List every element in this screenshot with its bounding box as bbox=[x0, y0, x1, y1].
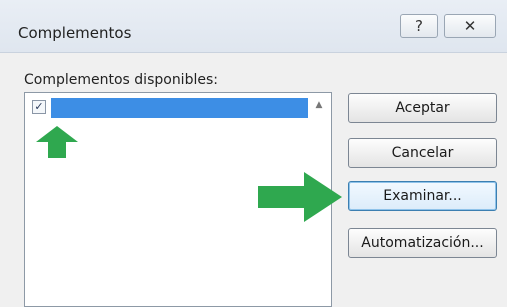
complementos-dialog: Complementos ? ✕ Complementos disponible… bbox=[0, 0, 507, 307]
dialog-title: Complementos bbox=[18, 24, 132, 42]
help-button[interactable]: ? bbox=[400, 14, 438, 38]
available-addins-label: Complementos disponibles: bbox=[24, 72, 218, 88]
scroll-up-icon[interactable]: ▲ bbox=[311, 97, 327, 113]
green-arrow-right-shape bbox=[258, 172, 342, 222]
automation-button[interactable]: Automatización... bbox=[348, 228, 497, 258]
accept-button[interactable]: Aceptar bbox=[348, 93, 497, 123]
help-icon: ? bbox=[415, 17, 423, 35]
addin-item-label[interactable] bbox=[51, 98, 308, 118]
close-icon: ✕ bbox=[463, 17, 477, 35]
checkmark-icon: ✓ bbox=[34, 100, 44, 113]
list-item[interactable]: ✓ bbox=[28, 98, 308, 118]
title-bar: Complementos ? ✕ bbox=[0, 0, 507, 53]
green-arrow-up-shape bbox=[36, 126, 78, 158]
close-button[interactable]: ✕ bbox=[444, 14, 496, 38]
cancel-button[interactable]: Cancelar bbox=[348, 138, 497, 168]
addin-checkbox[interactable]: ✓ bbox=[32, 100, 46, 114]
green-arrow-right-icon bbox=[258, 172, 342, 222]
green-arrow-up-icon bbox=[36, 126, 78, 158]
browse-button[interactable]: Examinar... bbox=[348, 181, 497, 211]
